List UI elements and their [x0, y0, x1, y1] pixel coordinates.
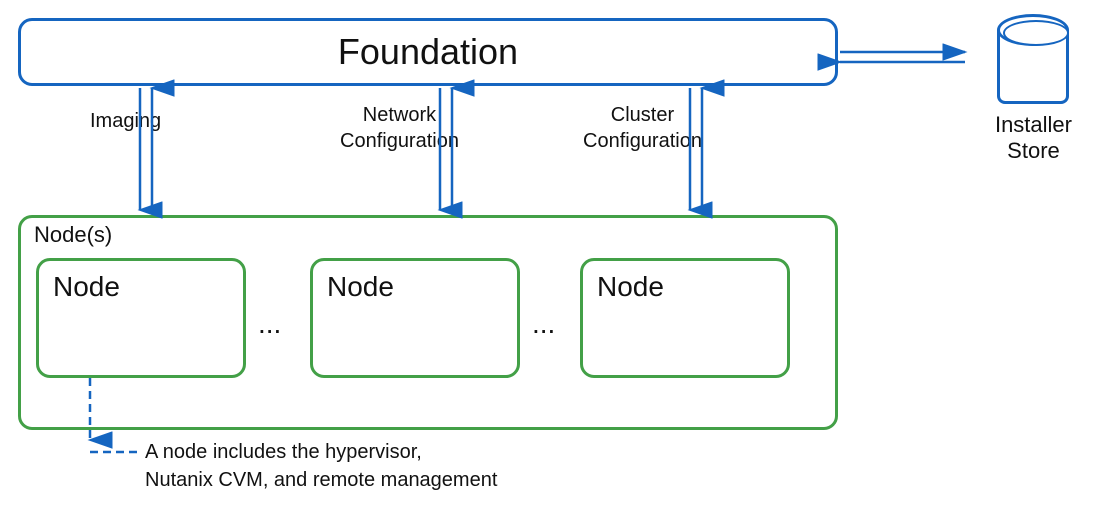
node-label-2: Node — [327, 271, 394, 303]
nodes-area-label: Node(s) — [34, 222, 112, 248]
imaging-label: Imaging — [90, 108, 161, 134]
node-box-3: Node — [580, 258, 790, 378]
dots-separator-1: ... — [258, 308, 281, 340]
foundation-box: Foundation — [18, 18, 838, 86]
installer-store: InstallerStore — [995, 14, 1072, 165]
node-box-2: Node — [310, 258, 520, 378]
foundation-label: Foundation — [338, 31, 518, 73]
bottom-note: A node includes the hypervisor,Nutanix C… — [145, 438, 497, 494]
node-label-3: Node — [597, 271, 664, 303]
network-label: NetworkConfiguration — [340, 102, 459, 154]
cylinder-inner-top — [1003, 20, 1069, 46]
cylinder-top — [997, 14, 1069, 46]
node-box-1: Node — [36, 258, 246, 378]
node-label-1: Node — [53, 271, 120, 303]
dots-separator-2: ... — [532, 308, 555, 340]
cluster-label: ClusterConfiguration — [583, 102, 702, 154]
diagram-container: Foundation InstallerStore Imaging Networ… — [0, 0, 1102, 509]
cylinder-icon — [997, 14, 1069, 104]
installer-store-label: InstallerStore — [995, 112, 1072, 165]
